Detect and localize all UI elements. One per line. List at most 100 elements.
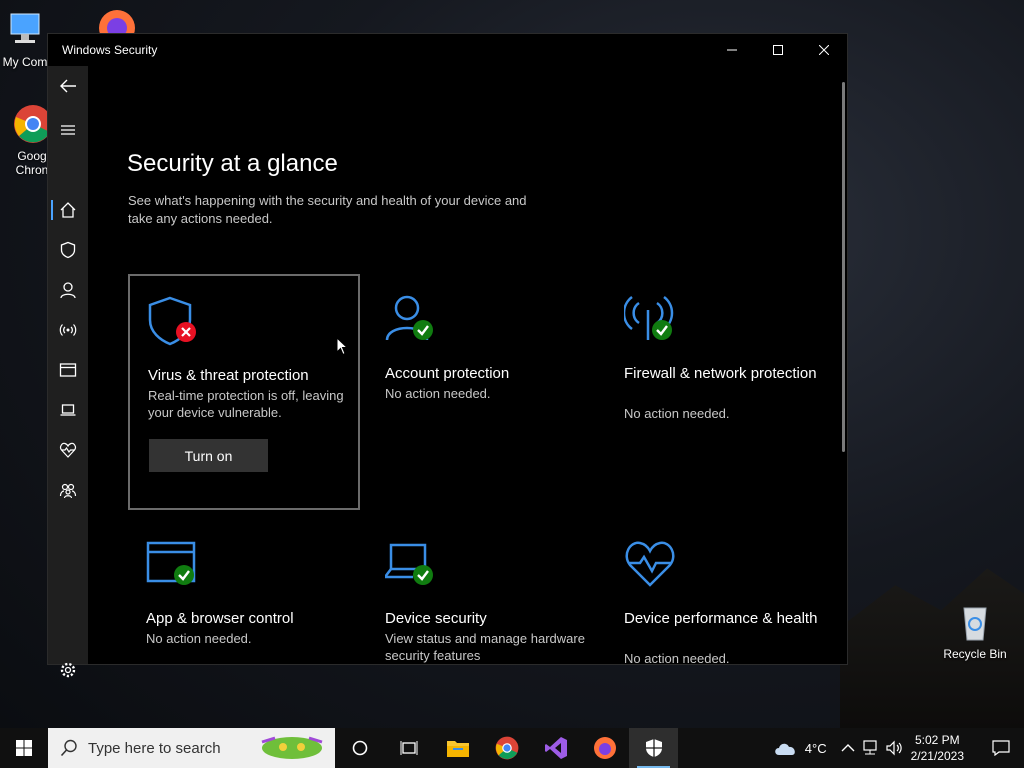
sidebar-item-family-options[interactable] [48, 472, 88, 508]
page-title: Security at a glance [127, 150, 338, 177]
sidebar-item-device-security[interactable] [48, 392, 88, 428]
sidebar-item-app-browser[interactable] [48, 352, 88, 388]
sidebar-item-virus-protection[interactable] [48, 232, 88, 268]
sidebar-item-settings[interactable] [48, 652, 88, 688]
folder-icon [446, 741, 469, 757]
shield-icon [645, 739, 662, 757]
desktop-icon-firefox[interactable] [94, 6, 140, 46]
close-button[interactable] [801, 34, 847, 66]
card-firewall-network-protection[interactable]: Firewall & network protection No action … [606, 274, 838, 510]
laptop-ok-icon [385, 543, 433, 585]
sidebar-item-firewall[interactable] [48, 312, 88, 348]
desktop-icon-label: Goog Chron [15, 149, 49, 177]
search-icon [60, 739, 77, 757]
card-description: No action needed. [624, 651, 730, 666]
sidebar [48, 66, 88, 678]
start-button[interactable] [0, 728, 48, 768]
taskbar-chrome[interactable] [482, 728, 531, 768]
card-virus-threat-protection[interactable]: Virus & threat protection Real-time prot… [128, 274, 360, 510]
windows-logo-icon [16, 740, 32, 756]
computer-icon [10, 13, 40, 43]
notification-icon [992, 740, 1010, 756]
back-button[interactable] [48, 68, 88, 104]
clock-time: 5:02 PM [914, 733, 960, 747]
card-device-performance-health[interactable]: Device performance & health No action ne… [606, 519, 838, 755]
cortana-icon [352, 740, 367, 756]
taskbar: Type here to search 4°C 5:02 PM 2/21/202… [0, 728, 1024, 768]
card-app-browser-control[interactable]: App & browser control No action needed. [128, 519, 360, 755]
network-icon[interactable] [861, 740, 879, 756]
home-icon [60, 202, 76, 218]
cortana-button[interactable] [335, 728, 384, 768]
maximize-icon [773, 45, 783, 55]
card-title: Account protection [385, 365, 510, 382]
card-device-security[interactable]: Device security View status and manage h… [367, 519, 599, 755]
gear-icon [60, 662, 76, 678]
sidebar-item-device-performance[interactable] [48, 432, 88, 468]
taskbar-visual-studio[interactable] [531, 728, 580, 768]
recycle-bin-icon [963, 607, 987, 641]
volume-icon[interactable] [885, 740, 903, 756]
search-box[interactable]: Type here to search [48, 728, 335, 768]
search-highlight-icon [261, 736, 323, 759]
card-description: No action needed. [146, 631, 252, 646]
clock-date: 2/21/2023 [910, 749, 964, 763]
desktop-icon-label: Recycle Bin [943, 647, 1007, 661]
card-title: Virus & threat protection [148, 367, 309, 384]
chevron-up-icon[interactable] [841, 743, 855, 753]
sidebar-item-account-protection[interactable] [48, 272, 88, 308]
taskbar-windows-security[interactable] [629, 728, 678, 768]
card-account-protection[interactable]: Account protection No action needed. [367, 274, 599, 510]
laptop-icon [60, 404, 76, 416]
task-view-button[interactable] [384, 728, 433, 768]
account-ok-icon [385, 295, 433, 341]
browser-ok-icon [146, 541, 196, 585]
notification-button[interactable] [978, 728, 1024, 768]
hamburger-icon [61, 125, 75, 135]
turn-on-button[interactable]: Turn on [149, 439, 268, 472]
page-subtitle: See what's happening with the security a… [128, 193, 527, 226]
weather-temperature[interactable]: 4°C [805, 741, 827, 756]
windows-security-window: Windows Security Security at a glance Se… [47, 33, 848, 678]
taskbar-file-explorer[interactable] [433, 728, 482, 768]
clock[interactable]: 5:02 PM 2/21/2023 [911, 732, 964, 764]
desktop-icon-recycle-bin[interactable]: Recycle Bin [940, 602, 1010, 661]
card-description: View status and manage hardware security… [385, 631, 585, 663]
sidebar-item-home[interactable] [48, 192, 88, 228]
close-icon [819, 45, 829, 55]
chrome-icon [495, 736, 518, 760]
window-title: Windows Security [62, 43, 158, 57]
person-icon [60, 282, 76, 299]
mouse-cursor-icon [336, 337, 348, 356]
card-title: App & browser control [146, 610, 294, 627]
card-title: Firewall & network protection [624, 365, 817, 382]
heart-pulse-icon [59, 442, 77, 458]
shield-error-icon [148, 296, 196, 346]
antenna-ok-icon [624, 296, 674, 340]
heart-pulse-icon [625, 541, 675, 587]
maximize-button[interactable] [755, 34, 801, 66]
card-description: No action needed. [385, 386, 491, 401]
title-bar[interactable]: Windows Security [48, 34, 847, 66]
back-arrow-icon [60, 79, 76, 93]
menu-button[interactable] [48, 112, 88, 148]
visual-studio-icon [544, 737, 567, 759]
card-title: Device performance & health [624, 610, 818, 627]
taskbar-firefox[interactable] [580, 728, 629, 768]
firefox-icon [593, 737, 616, 759]
card-title: Device security [385, 610, 487, 627]
card-description: Real-time protection is off, leaving you… [148, 388, 344, 420]
shield-icon [60, 241, 76, 259]
firefox-icon [99, 10, 135, 46]
task-view-icon [400, 741, 417, 755]
card-description: No action needed. [624, 406, 730, 421]
browser-window-icon [59, 363, 77, 377]
main-content: Security at a glance See what's happenin… [88, 66, 847, 666]
search-placeholder: Type here to search [88, 739, 221, 757]
cloud-icon[interactable] [773, 739, 799, 757]
minimize-button[interactable] [709, 34, 755, 66]
minimize-icon [727, 49, 737, 51]
antenna-icon [59, 324, 77, 336]
system-tray: 4°C 5:02 PM 2/21/2023 [773, 728, 1024, 768]
family-icon [59, 483, 77, 499]
